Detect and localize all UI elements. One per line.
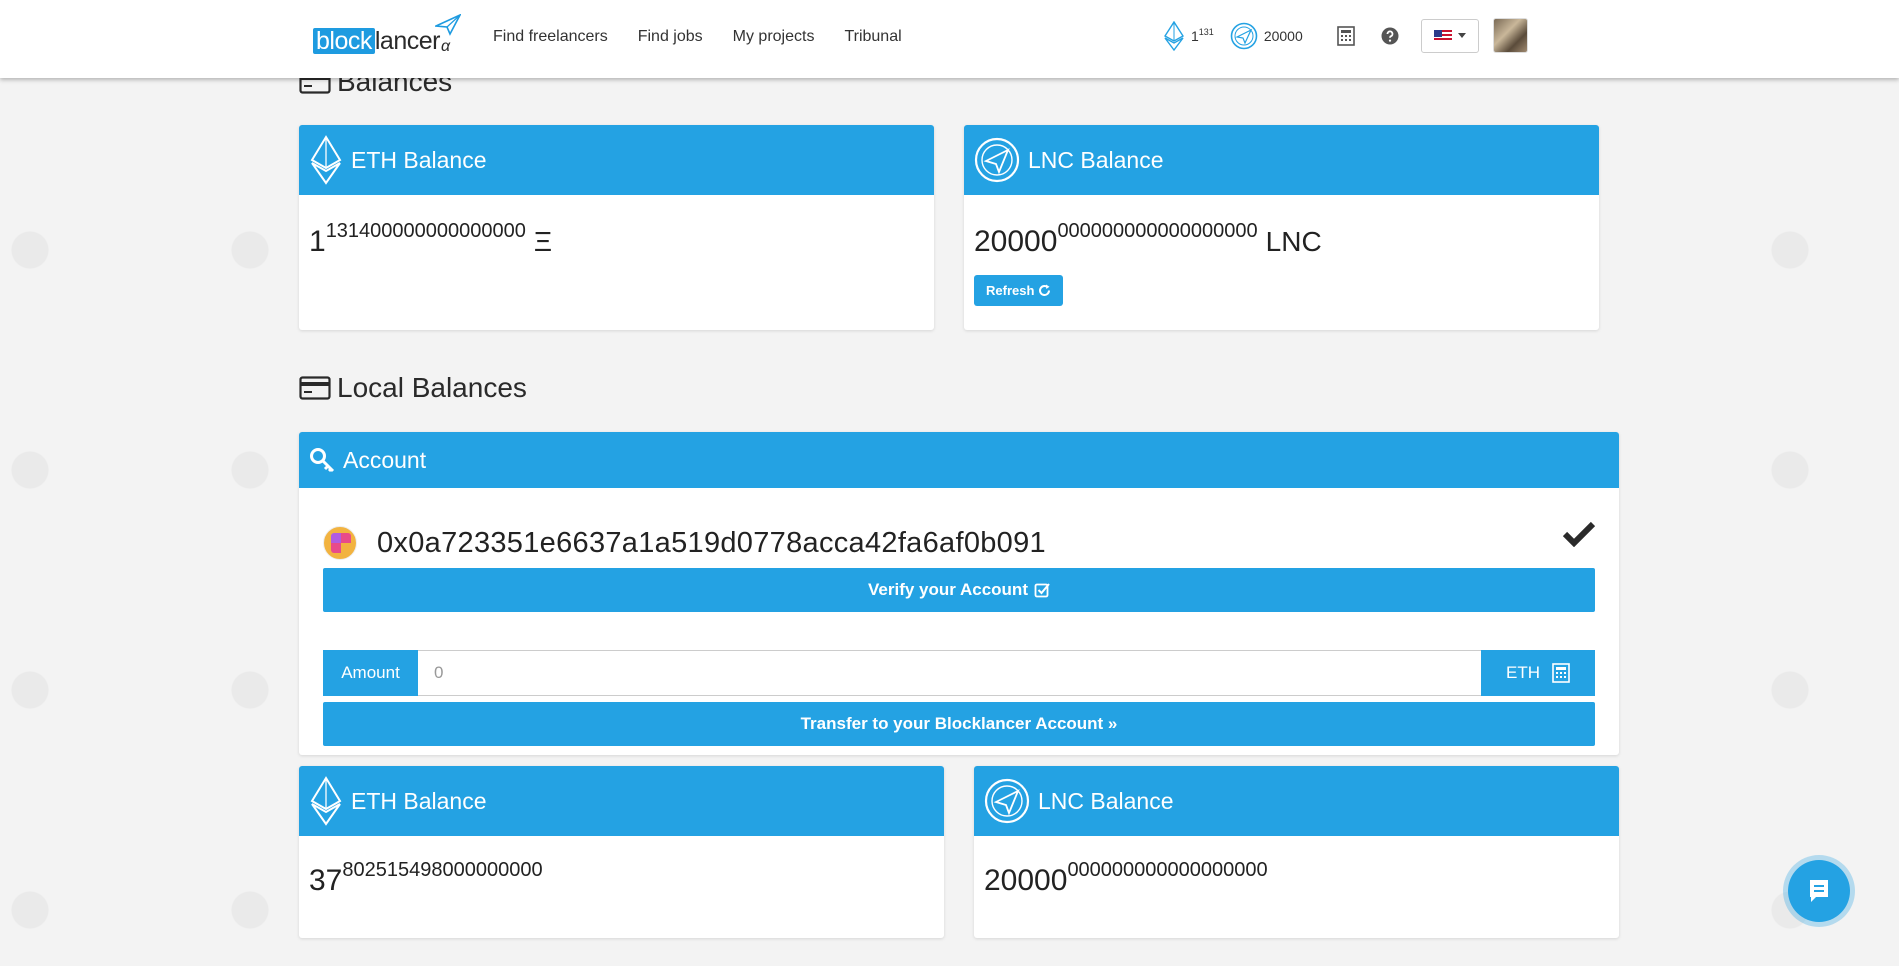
eth-balance-header: ETH Balance — [299, 125, 934, 195]
nav-lnc-value: 20000 — [1263, 27, 1303, 44]
user-avatar[interactable] — [1492, 18, 1528, 53]
eth-balance-base: 1 — [309, 225, 326, 258]
ethereum-icon — [1164, 20, 1184, 51]
lnc-coin-icon — [984, 778, 1030, 824]
credit-card-icon — [299, 376, 331, 400]
amount-unit-button[interactable]: ETH — [1481, 650, 1595, 696]
nav-tribunal[interactable]: Tribunal — [844, 28, 901, 46]
nav-my-projects[interactable]: My projects — [733, 28, 815, 46]
local-eth-balance-header: ETH Balance — [299, 766, 944, 836]
amount-unit-label: ETH — [1506, 663, 1540, 682]
verify-label: Verify your Account — [868, 580, 1028, 599]
local-lnc-balance-value: 20000000000000000000000 — [984, 859, 1609, 898]
amount-input-group: Amount ETH — [323, 650, 1595, 696]
chat-button[interactable] — [1788, 860, 1850, 922]
local-balances-section-title: Local Balances — [299, 372, 527, 404]
local-lnc-balance-header: LNC Balance — [974, 766, 1619, 836]
eth-balance-sup: 131400000000000000 — [325, 220, 526, 242]
top-navbar: block lancer α Find freelancers Find job… — [0, 0, 1899, 78]
local-balances-title: Local Balances — [337, 372, 527, 403]
checkmark-icon — [1563, 521, 1595, 547]
account-label: Account — [343, 446, 427, 473]
calculator-button[interactable] — [1329, 19, 1363, 53]
chat-document-icon — [1810, 880, 1828, 902]
lnc-balance-base: 20000 — [974, 225, 1058, 258]
lnc-balance-label: LNC Balance — [1028, 146, 1164, 173]
lnc-coin-icon — [974, 137, 1020, 183]
verify-account-button[interactable]: Verify your Account — [323, 568, 1595, 612]
nav-eth-sup: 131 — [1198, 26, 1214, 37]
lnc-balance-header: LNC Balance — [964, 125, 1599, 195]
identicon-avatar — [323, 526, 357, 560]
check-square-icon — [1034, 583, 1050, 598]
lnc-coin-icon — [1230, 22, 1258, 49]
nav-lnc-balance[interactable]: 20000 — [1230, 22, 1303, 50]
nav-right-group: 1 131 20000 — [1163, 18, 1528, 53]
amount-input[interactable] — [418, 650, 1481, 696]
local-eth-balance-body: 37802515498000000000 — [299, 836, 944, 908]
local-lnc-balance-label: LNC Balance — [1038, 787, 1174, 814]
ethereum-icon — [310, 135, 342, 185]
language-dropdown[interactable] — [1420, 18, 1479, 53]
nav-eth-balance[interactable]: 1 131 — [1163, 20, 1214, 51]
refresh-button[interactable]: Refresh — [974, 275, 1064, 306]
refresh-icon — [1039, 284, 1051, 296]
calculator-icon — [1336, 25, 1355, 46]
local-lnc-balance-card: LNC Balance 20000000000000000000000 — [974, 766, 1619, 938]
local-lnc-balance-body: 20000000000000000000000 — [974, 836, 1619, 908]
us-flag-icon — [1433, 29, 1452, 42]
nav-find-freelancers[interactable]: Find freelancers — [493, 28, 608, 46]
eth-balance-value: 1131400000000000000 Ξ — [309, 220, 924, 259]
local-eth-base: 37 — [309, 864, 343, 897]
amount-label: Amount — [323, 650, 418, 696]
account-address: 0x0a723351e6637a1a519d0778acca42fa6af0b0… — [377, 526, 1046, 559]
question-circle-icon — [1381, 27, 1399, 44]
logo-lancer-text: lancer — [374, 27, 441, 55]
eth-unit: Ξ — [533, 226, 553, 257]
ethereum-icon — [310, 776, 342, 826]
lnc-balance-card: LNC Balance 20000000000000000000000 LNC R… — [964, 125, 1599, 330]
local-lnc-sup: 000000000000000000 — [1067, 859, 1268, 881]
lnc-balance-body: 20000000000000000000000 LNC Refresh — [964, 195, 1599, 316]
eth-balance-card: ETH Balance 1131400000000000000 Ξ — [299, 125, 934, 330]
eth-balance-body: 1131400000000000000 Ξ — [299, 195, 934, 269]
main-content: Balances ETH Balance 1131400000000000000… — [0, 0, 1899, 966]
local-eth-sup: 802515498000000000 — [342, 859, 543, 881]
local-eth-balance-label: ETH Balance — [351, 787, 487, 814]
eth-balance-label: ETH Balance — [351, 146, 487, 173]
lnc-balance-sup: 000000000000000000 — [1057, 220, 1258, 242]
transfer-label: Transfer to your Blocklancer Account » — [800, 714, 1118, 733]
calculator-icon — [1552, 663, 1570, 683]
nav-find-jobs[interactable]: Find jobs — [638, 28, 703, 46]
local-eth-balance-card: ETH Balance 37802515498000000000 — [299, 766, 944, 938]
lnc-unit: LNC — [1265, 226, 1322, 257]
blocklancer-logo[interactable]: block lancer α — [313, 14, 461, 55]
lnc-balance-value: 20000000000000000000000 LNC — [974, 220, 1589, 259]
local-eth-balance-value: 37802515498000000000 — [309, 859, 934, 898]
logo-bird-icon — [435, 14, 461, 36]
main-nav: Find freelancers Find jobs My projects T… — [493, 28, 902, 46]
account-header: Account — [299, 432, 1619, 488]
refresh-label: Refresh — [986, 283, 1035, 298]
nav-eth-base: 1 — [1191, 27, 1199, 44]
account-card: Account 0x0a723351e6637a1a519d0778acca42… — [299, 432, 1619, 755]
help-button[interactable] — [1373, 19, 1407, 53]
transfer-button[interactable]: Transfer to your Blocklancer Account » — [323, 702, 1595, 746]
caret-down-icon — [1457, 33, 1466, 38]
logo-block-text: block — [313, 28, 375, 54]
logo-alpha-text: α — [440, 38, 450, 55]
account-address-row: 0x0a723351e6637a1a519d0778acca42fa6af0b0… — [323, 521, 1595, 560]
local-lnc-base: 20000 — [984, 864, 1068, 897]
key-icon — [310, 448, 335, 473]
